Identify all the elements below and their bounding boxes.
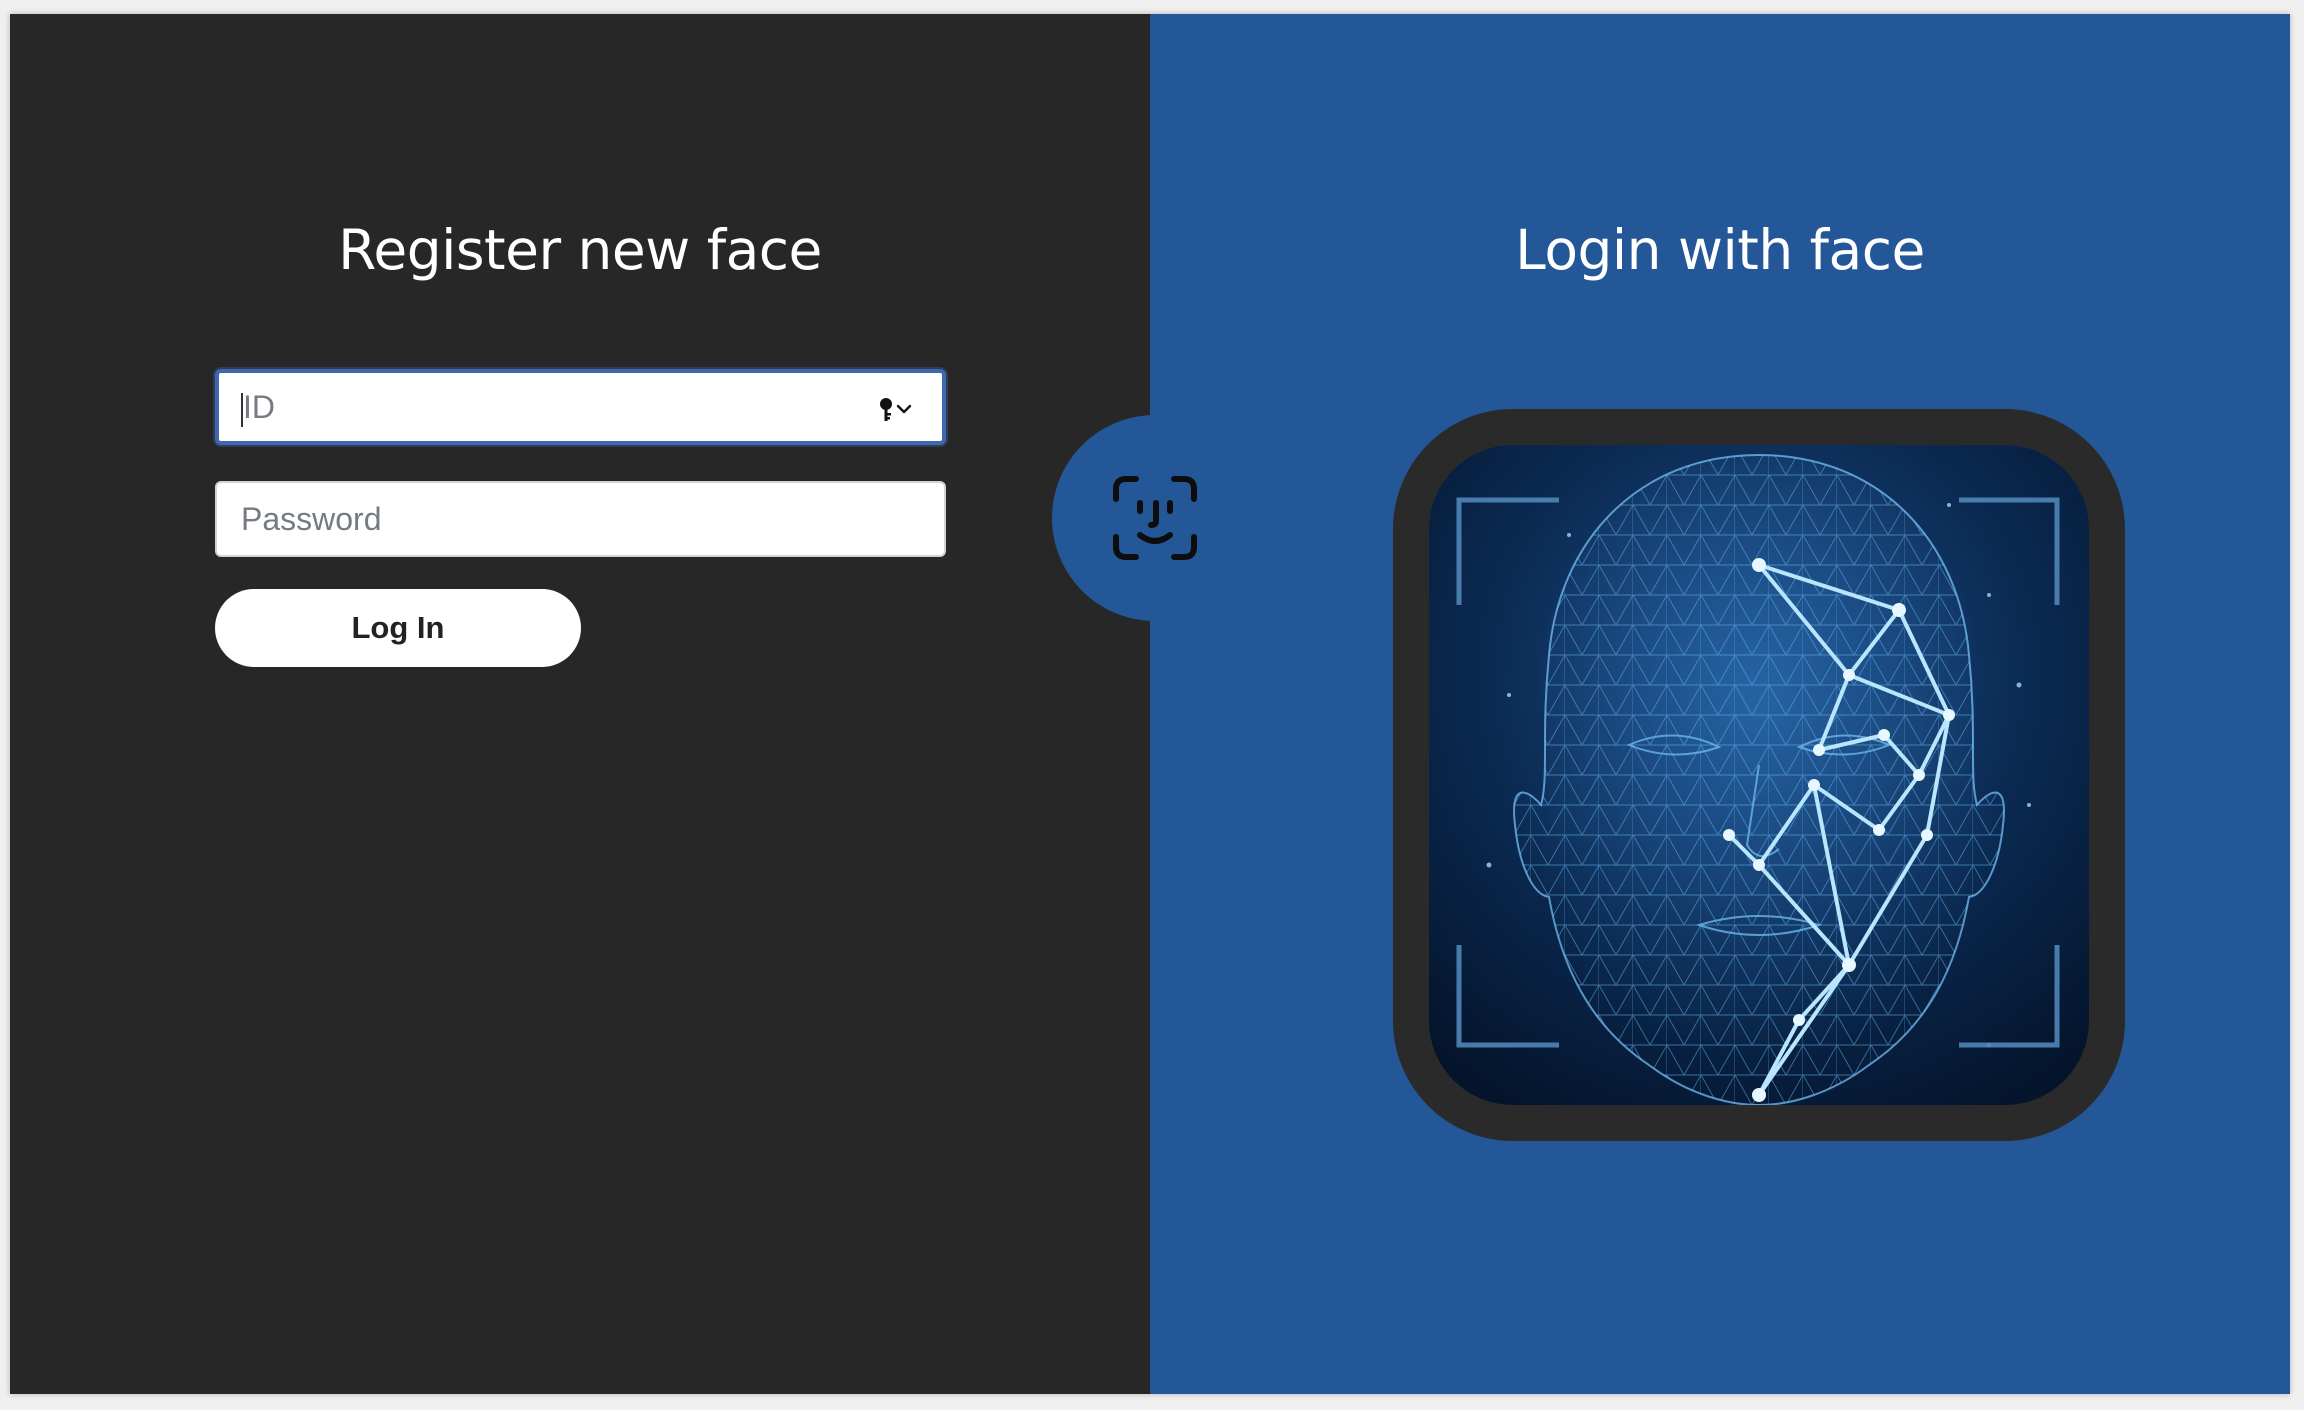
face-id-badge[interactable] — [1052, 415, 1258, 621]
text-caret — [241, 393, 243, 427]
password-field[interactable] — [215, 481, 946, 557]
log-in-button[interactable]: Log In — [215, 589, 581, 667]
face-id-icon — [1113, 476, 1197, 560]
password-input[interactable] — [217, 483, 944, 555]
app-window: Register new face Log In Login with face — [10, 14, 2290, 1394]
face-scan-frame[interactable] — [1393, 409, 2125, 1141]
id-field[interactable] — [215, 369, 946, 445]
id-input[interactable] — [219, 373, 942, 441]
face-login-title: Login with face — [1515, 218, 1925, 282]
register-title: Register new face — [338, 218, 822, 282]
face-scan-illustration — [1429, 445, 2089, 1105]
register-panel: Register new face Log In — [10, 14, 1150, 1394]
key-icon[interactable] — [876, 395, 916, 423]
